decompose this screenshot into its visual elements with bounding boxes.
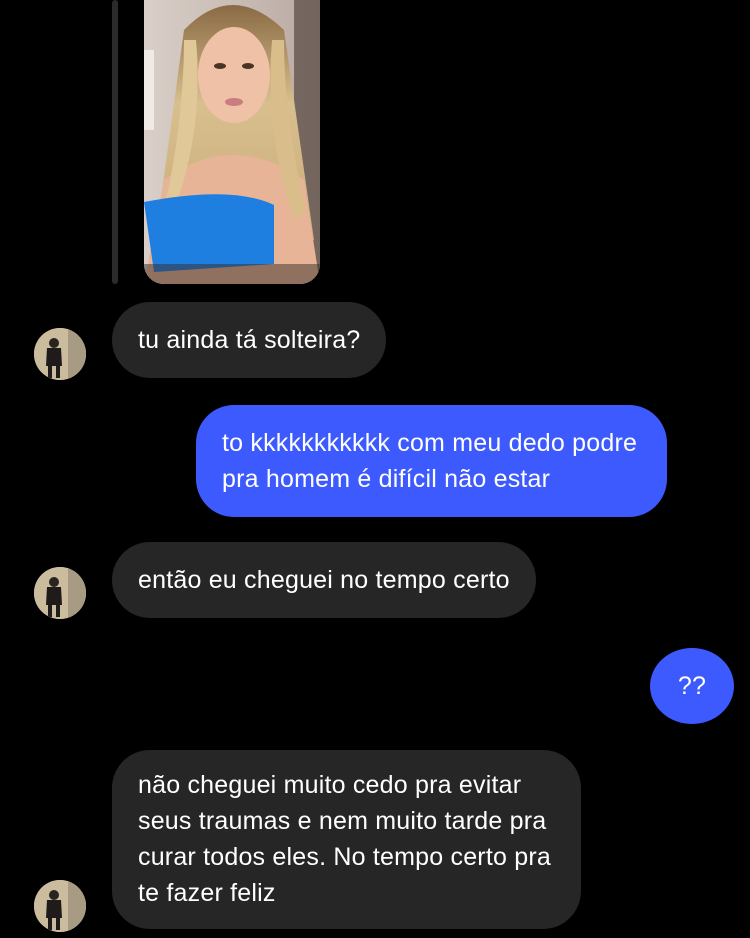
reply-indicator-line [112, 0, 118, 284]
message-bubble-outgoing[interactable]: ?? [650, 648, 734, 724]
message-bubble-outgoing[interactable]: to kkkkkkkkkkk com meu dedo podre pra ho… [196, 405, 668, 517]
avatar-person-icon [34, 880, 86, 932]
shared-photo[interactable] [144, 0, 320, 284]
message-bubble-incoming[interactable]: então eu cheguei no tempo certo [112, 542, 536, 618]
message-bubble-incoming[interactable]: tu ainda tá solteira? [112, 302, 387, 378]
chat-screen: tu ainda tá solteira? to kkkkkkkkkkk com… [0, 0, 750, 938]
message-bubble-incoming[interactable]: não cheguei muito cedo pra evitar seus t… [112, 750, 581, 929]
avatar-person-icon [34, 328, 86, 380]
avatar[interactable] [34, 567, 86, 619]
avatar[interactable] [34, 880, 86, 932]
avatar-person-icon [34, 567, 86, 619]
photo-of-woman-icon [144, 0, 320, 284]
avatar[interactable] [34, 328, 86, 380]
